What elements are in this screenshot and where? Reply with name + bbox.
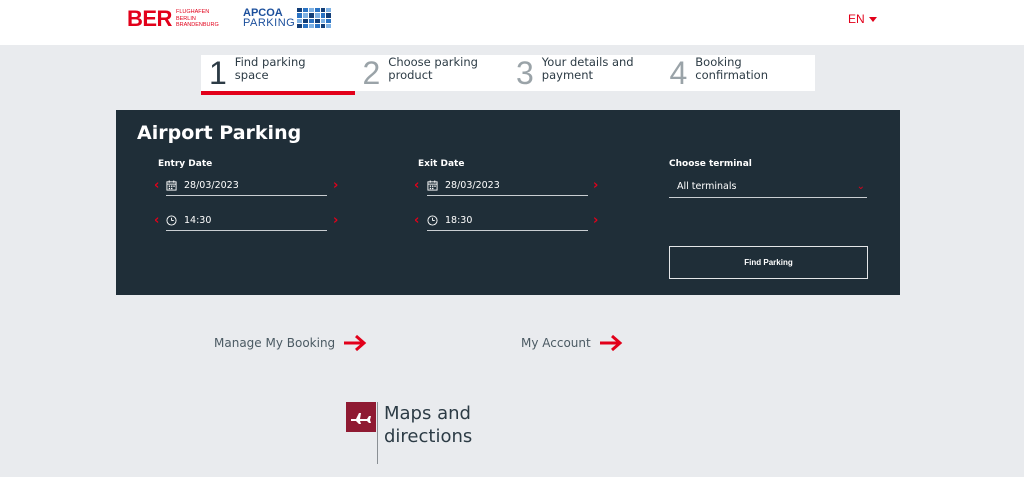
entry-time-value: 14:30 xyxy=(184,215,212,226)
step-label: Choose parking product xyxy=(388,55,478,82)
step-booking-confirmation: 4 Booking confirmation xyxy=(662,55,816,91)
step-details-payment: 3 Your details and payment xyxy=(508,55,662,91)
ber-logo-subtitle: FLUGHAFEN BERLIN BRANDENBURG xyxy=(175,9,219,29)
exit-date-prev-button[interactable]: ‹ xyxy=(414,179,419,192)
active-step-indicator xyxy=(201,91,355,95)
maps-directions-link[interactable]: Maps and directions xyxy=(346,402,472,464)
maps-label: Maps and directions xyxy=(384,403,473,447)
entry-time-next-button[interactable]: › xyxy=(333,214,338,227)
exit-time-value: 18:30 xyxy=(445,215,473,226)
maps-divider xyxy=(377,402,378,464)
step-number: 2 xyxy=(362,55,381,91)
step-label: Find parking space xyxy=(234,55,306,82)
entry-date-field[interactable]: 28/03/2023 xyxy=(166,176,327,196)
step-number: 3 xyxy=(516,55,534,91)
entry-date-prev-button[interactable]: ‹ xyxy=(154,179,159,192)
clock-icon xyxy=(166,215,177,226)
entry-date-next-button[interactable]: › xyxy=(333,179,338,192)
exit-time-field[interactable]: 18:30 xyxy=(427,211,588,231)
caret-down-icon xyxy=(868,16,877,22)
calendar-icon xyxy=(166,180,177,191)
terminal-label: Choose terminal xyxy=(669,159,752,169)
entry-date-label: Entry Date xyxy=(158,159,213,169)
arrow-right-icon xyxy=(599,334,623,352)
manage-booking-label: Manage My Booking xyxy=(214,336,336,350)
entry-time-field[interactable]: 14:30 xyxy=(166,211,327,231)
exit-time-prev-button[interactable]: ‹ xyxy=(414,214,419,227)
step-choose-product: 2 Choose parking product xyxy=(355,55,509,91)
airplane-icon xyxy=(351,413,371,424)
exit-date-field[interactable]: 28/03/2023 xyxy=(427,176,588,196)
clock-icon xyxy=(427,215,438,226)
exit-date-next-button[interactable]: › xyxy=(593,179,598,192)
language-selector[interactable]: EN xyxy=(848,12,877,26)
chevron-down-icon: ⌄ xyxy=(856,181,865,192)
terminal-select[interactable]: All terminals ⌄ xyxy=(669,176,867,198)
top-header: BER FLUGHAFEN BERLIN BRANDENBURG APCOA P… xyxy=(0,0,1024,45)
booking-steps: 1 Find parking space 2 Choose parking prod… xyxy=(201,55,815,91)
apcoa-grid-icon xyxy=(297,8,332,28)
airport-parking-panel: Airport Parking Entry Date ‹ 28/03/2023 … xyxy=(116,110,900,295)
ber-logo-text: BER xyxy=(127,6,172,31)
step-label: Your details and payment xyxy=(541,55,634,82)
exit-date-value: 28/03/2023 xyxy=(445,180,500,191)
entry-date-value: 28/03/2023 xyxy=(184,180,239,191)
step-number: 1 xyxy=(209,55,227,91)
maps-icon-box xyxy=(346,402,376,432)
manage-booking-link[interactable]: Manage My Booking xyxy=(214,334,367,352)
language-label: EN xyxy=(848,12,865,26)
my-account-label: My Account xyxy=(521,336,591,350)
terminal-value: All terminals xyxy=(677,181,737,192)
apcoa-logo-text: APCOA PARKING xyxy=(243,7,296,29)
find-parking-button[interactable]: Find Parking xyxy=(669,246,868,279)
step-label: Booking confirmation xyxy=(695,55,768,82)
entry-time-prev-button[interactable]: ‹ xyxy=(154,214,159,227)
step-number: 4 xyxy=(669,55,688,91)
panel-title: Airport Parking xyxy=(137,122,302,144)
ber-logo[interactable]: BER FLUGHAFEN BERLIN BRANDENBURG xyxy=(127,8,219,30)
calendar-icon xyxy=(427,180,438,191)
apcoa-logo[interactable]: APCOA PARKING xyxy=(243,7,332,29)
my-account-link[interactable]: My Account xyxy=(521,334,623,352)
exit-time-next-button[interactable]: › xyxy=(593,214,598,227)
step-find-parking[interactable]: 1 Find parking space xyxy=(201,55,355,91)
exit-date-label: Exit Date xyxy=(418,159,465,169)
arrow-right-icon xyxy=(344,334,367,352)
